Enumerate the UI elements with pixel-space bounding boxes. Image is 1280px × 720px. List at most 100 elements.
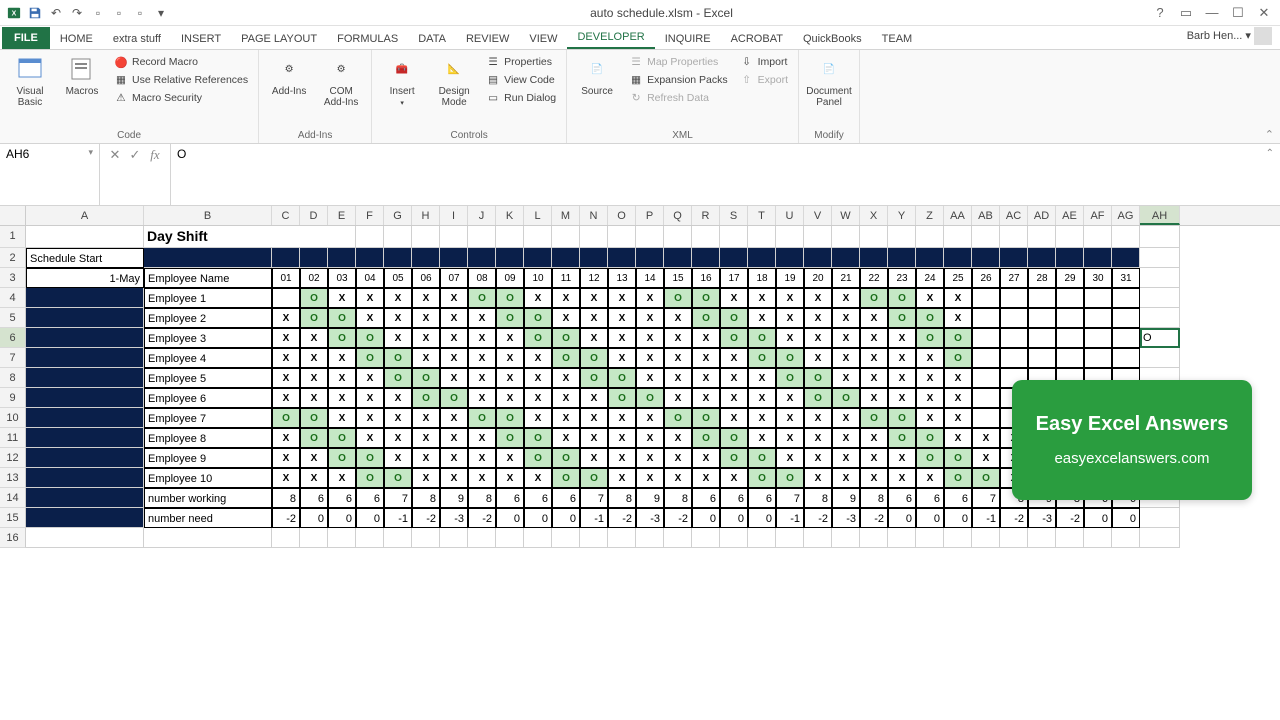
- column-header[interactable]: I: [440, 206, 468, 225]
- cell[interactable]: X: [664, 308, 692, 328]
- cell[interactable]: O: [720, 308, 748, 328]
- cell[interactable]: X: [608, 408, 636, 428]
- cell[interactable]: [804, 226, 832, 248]
- cell[interactable]: X: [496, 328, 524, 348]
- cell[interactable]: X: [860, 348, 888, 368]
- cell[interactable]: 6: [692, 488, 720, 508]
- cell[interactable]: Employee 7: [144, 408, 272, 428]
- cell[interactable]: X: [776, 428, 804, 448]
- cell[interactable]: X: [468, 348, 496, 368]
- column-header[interactable]: B: [144, 206, 272, 225]
- cell[interactable]: -3: [440, 508, 468, 528]
- cell[interactable]: 9: [440, 488, 468, 508]
- export-button[interactable]: ⇧Export: [738, 72, 790, 88]
- cell[interactable]: X: [832, 288, 860, 308]
- cell[interactable]: [1056, 328, 1084, 348]
- cell[interactable]: 8: [468, 488, 496, 508]
- cell[interactable]: X: [608, 328, 636, 348]
- cell[interactable]: X: [804, 288, 832, 308]
- cell[interactable]: [1140, 308, 1180, 328]
- cell[interactable]: 08: [468, 268, 496, 288]
- cell[interactable]: 6: [300, 488, 328, 508]
- cell[interactable]: X: [440, 448, 468, 468]
- cell[interactable]: X: [468, 468, 496, 488]
- column-header[interactable]: W: [832, 206, 860, 225]
- cell[interactable]: X: [524, 348, 552, 368]
- cell[interactable]: 7: [384, 488, 412, 508]
- cell[interactable]: 28: [1028, 268, 1056, 288]
- column-header[interactable]: X: [860, 206, 888, 225]
- cell[interactable]: X: [384, 308, 412, 328]
- cell[interactable]: Employee 2: [144, 308, 272, 328]
- cell[interactable]: Day Shift: [144, 226, 328, 248]
- row-header[interactable]: 3: [0, 268, 26, 288]
- cell[interactable]: [1028, 248, 1056, 268]
- cell[interactable]: [1028, 308, 1056, 328]
- cell[interactable]: X: [384, 288, 412, 308]
- cell[interactable]: O: [580, 348, 608, 368]
- cell[interactable]: [468, 248, 496, 268]
- cell[interactable]: O: [496, 308, 524, 328]
- cell[interactable]: [692, 226, 720, 248]
- cell[interactable]: X: [748, 388, 776, 408]
- cell[interactable]: X: [944, 408, 972, 428]
- import-button[interactable]: ⇩Import: [738, 54, 790, 70]
- cell[interactable]: X: [552, 368, 580, 388]
- run-dialog-button[interactable]: ▭Run Dialog: [484, 90, 558, 106]
- cell[interactable]: O: [720, 328, 748, 348]
- cell[interactable]: O: [916, 328, 944, 348]
- cell[interactable]: X: [300, 388, 328, 408]
- cell[interactable]: 0: [944, 508, 972, 528]
- cell[interactable]: X: [608, 448, 636, 468]
- cell[interactable]: [356, 226, 384, 248]
- cell[interactable]: X: [580, 328, 608, 348]
- cell[interactable]: [636, 248, 664, 268]
- cell[interactable]: [412, 226, 440, 248]
- cell[interactable]: O: [720, 448, 748, 468]
- cell[interactable]: X: [832, 368, 860, 388]
- cell[interactable]: X: [384, 388, 412, 408]
- cell[interactable]: O: [468, 408, 496, 428]
- relative-refs-button[interactable]: ▦Use Relative References: [112, 72, 250, 88]
- cell[interactable]: O: [944, 348, 972, 368]
- cell[interactable]: X: [804, 328, 832, 348]
- cell[interactable]: 8: [272, 488, 300, 508]
- cell[interactable]: X: [580, 448, 608, 468]
- cell[interactable]: X: [944, 428, 972, 448]
- cell[interactable]: 7: [776, 488, 804, 508]
- cell[interactable]: [1028, 288, 1056, 308]
- cell[interactable]: 0: [916, 508, 944, 528]
- cell[interactable]: X: [832, 468, 860, 488]
- cell[interactable]: O: [888, 408, 916, 428]
- cell[interactable]: O: [944, 448, 972, 468]
- cell[interactable]: 10: [524, 268, 552, 288]
- cell[interactable]: X: [440, 348, 468, 368]
- cell[interactable]: [1000, 528, 1028, 548]
- cell[interactable]: 7: [972, 488, 1000, 508]
- cell[interactable]: -2: [804, 508, 832, 528]
- cell[interactable]: X: [776, 408, 804, 428]
- collapse-ribbon-icon[interactable]: ⌃: [1265, 128, 1274, 141]
- cell[interactable]: [300, 248, 328, 268]
- cell[interactable]: [1084, 528, 1112, 548]
- cell[interactable]: number working: [144, 488, 272, 508]
- cell[interactable]: [1000, 226, 1028, 248]
- cell[interactable]: [916, 248, 944, 268]
- cell[interactable]: O: [860, 288, 888, 308]
- cell[interactable]: O: [944, 328, 972, 348]
- cell[interactable]: 8: [804, 488, 832, 508]
- cell[interactable]: 15: [664, 268, 692, 288]
- column-header[interactable]: Y: [888, 206, 916, 225]
- cell[interactable]: -2: [1000, 508, 1028, 528]
- cell[interactable]: [552, 528, 580, 548]
- cell[interactable]: O: [664, 288, 692, 308]
- macros-button[interactable]: Macros: [60, 54, 104, 97]
- cell[interactable]: [1028, 226, 1056, 248]
- cell[interactable]: X: [524, 468, 552, 488]
- minimize-icon[interactable]: —: [1200, 3, 1224, 23]
- cell[interactable]: 29: [1056, 268, 1084, 288]
- row-header[interactable]: 15: [0, 508, 26, 528]
- cell[interactable]: [496, 528, 524, 548]
- cell[interactable]: [272, 528, 300, 548]
- cell[interactable]: [944, 248, 972, 268]
